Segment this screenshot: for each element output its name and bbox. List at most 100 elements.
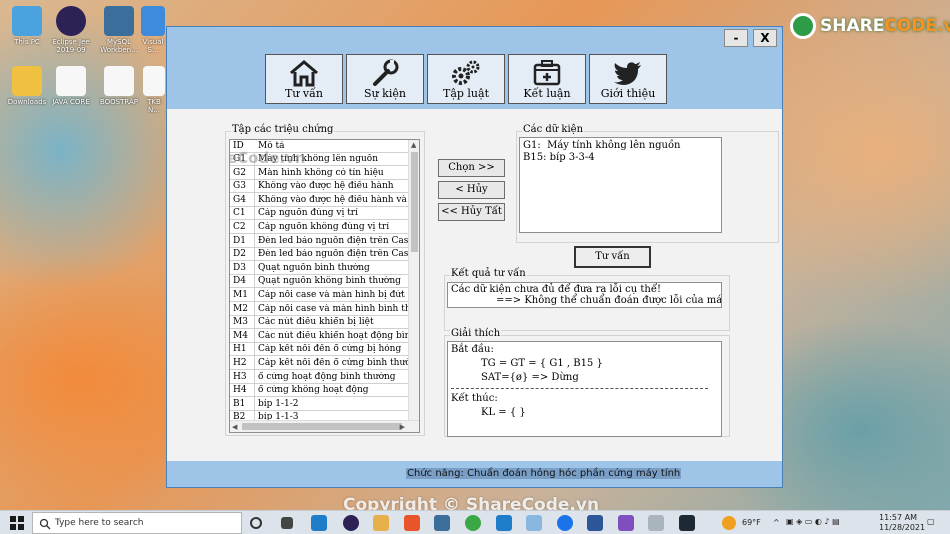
- table-row[interactable]: C2 Cáp nguồn không đúng vị trí: [230, 221, 410, 234]
- scroll-right-icon[interactable]: ▶: [400, 423, 405, 431]
- list-item[interactable]: B15: bíp 3-3-4: [523, 152, 718, 164]
- desktop-icon-boostrap[interactable]: BOOSTRAP: [96, 66, 142, 106]
- mysql-taskbar-icon[interactable]: [434, 515, 450, 531]
- desktop-icon-this-pc[interactable]: This PC: [4, 6, 50, 46]
- pen-app-icon[interactable]: [404, 515, 420, 531]
- tool-icon[interactable]: [465, 515, 481, 531]
- explanation-title: Giải thích: [450, 328, 502, 339]
- horizontal-scrollbar[interactable]: ◀ ▶: [230, 420, 419, 432]
- cell-id: B1: [233, 398, 246, 409]
- mysql-icon: [104, 6, 134, 36]
- chevron-up-icon[interactable]: ^: [773, 518, 780, 527]
- table-row[interactable]: H2 Cáp kết nối đến ổ cứng bình thường: [230, 357, 410, 370]
- cell-description: Màn hình không có tín hiệu: [258, 167, 384, 178]
- cortana-icon[interactable]: [250, 517, 262, 529]
- clock-time[interactable]: 11:57 AM: [879, 513, 917, 522]
- edge-icon[interactable]: [311, 515, 327, 531]
- visual-studio-icon[interactable]: [618, 515, 634, 531]
- cell-description: Quạt nguồn bình thường: [258, 262, 370, 273]
- eclipse-icon: [56, 6, 86, 36]
- tab-ket-luan[interactable]: Kết luận: [508, 54, 586, 104]
- desktop-icon-java-core[interactable]: JAVA CORE: [48, 66, 94, 106]
- cancel-button[interactable]: < Hủy: [438, 181, 505, 199]
- facts-list[interactable]: G1: Máy tính không lên nguồn B15: bíp 3-…: [519, 137, 722, 233]
- cell-id: D4: [233, 276, 246, 287]
- taskbar-search[interactable]: Type here to search: [32, 512, 242, 534]
- title-bar: - X: [167, 27, 782, 51]
- windows-start-icon[interactable]: [10, 516, 24, 530]
- notifications-icon[interactable]: ▢: [927, 517, 935, 526]
- window-app-icon[interactable]: [679, 515, 695, 531]
- logo-text: SHARE: [820, 16, 885, 36]
- task-view-icon[interactable]: [281, 517, 293, 529]
- explain-line: KL = { }: [481, 407, 526, 418]
- desktop-icon-downloads[interactable]: Downloads: [4, 66, 50, 106]
- cell-id: M3: [233, 317, 248, 328]
- tab-gioi-thieu[interactable]: Giới thiệu: [589, 54, 667, 104]
- table-row[interactable]: G2 Màn hình không có tín hiệu: [230, 167, 410, 180]
- toolbar: Tư vấn Sự kiện Tập luật Kết luận Giới th…: [167, 51, 782, 109]
- weather-text[interactable]: 69°F: [742, 518, 761, 527]
- list-item[interactable]: G1: Máy tính không lên nguồn: [523, 140, 718, 152]
- table-row[interactable]: H1 Cáp kết nối đến ổ cứng bị hỏng: [230, 343, 410, 357]
- photos-icon[interactable]: [526, 515, 542, 531]
- table-row[interactable]: M1 Cáp nối case và màn hình bị đứt: [230, 289, 410, 302]
- file-explorer-icon[interactable]: [373, 515, 389, 531]
- tray-icons[interactable]: ▣ ◈ ▭ ◐ ♪ ▤: [786, 517, 840, 526]
- desktop-icon-visual-studio[interactable]: Visual S...: [140, 6, 166, 54]
- clock-date[interactable]: 11/28/2021: [879, 523, 925, 532]
- minimize-button[interactable]: -: [724, 29, 748, 47]
- desktop-icon-label: MySQL Workben...: [100, 38, 138, 54]
- desktop-icon-label: JAVA CORE: [52, 98, 90, 106]
- cell-description: ổ cứng hoạt động bình thường: [258, 371, 396, 382]
- table-row[interactable]: D4 Quạt nguồn không bình thường: [230, 275, 410, 289]
- scrollbar-thumb[interactable]: [411, 152, 418, 252]
- end-label: Kết thúc:: [451, 393, 498, 404]
- table-row[interactable]: M3 Các nút điều khiển bị liệt: [230, 316, 410, 330]
- desktop-icon-eclipse[interactable]: Eclipse Jee 2019-09: [48, 6, 94, 54]
- table-row[interactable]: D2 Đèn led báo nguồn điện trên Case máy t…: [230, 248, 410, 262]
- cell-description: ổ cứng không hoạt động: [258, 385, 369, 396]
- tab-tu-van[interactable]: Tư vấn: [265, 54, 343, 104]
- vscode-icon: [141, 6, 165, 36]
- table-row[interactable]: M4 Các nút điều khiển hoạt động bình thườ…: [230, 330, 410, 343]
- logo-text-accent: CODE.vn: [884, 16, 950, 36]
- tab-su-kien[interactable]: Sự kiện: [346, 54, 424, 104]
- eclipse-taskbar-icon[interactable]: [343, 515, 359, 531]
- scrollbar-thumb[interactable]: [242, 423, 402, 430]
- scroll-left-icon[interactable]: ◀: [232, 423, 237, 431]
- close-button[interactable]: X: [753, 29, 777, 47]
- vertical-scrollbar[interactable]: ▲: [408, 140, 419, 421]
- cell-description: bíp 1-1-2: [258, 398, 299, 409]
- scroll-up-icon[interactable]: ▲: [411, 141, 416, 149]
- table-row[interactable]: H4 ổ cứng không hoạt động: [230, 384, 410, 398]
- desktop-icon-tkb[interactable]: TKB N...: [142, 66, 166, 114]
- logo-icon: [790, 13, 816, 39]
- zalo-icon[interactable]: [557, 515, 573, 531]
- table-row[interactable]: D1 Đèn led báo nguồn điện trên Case máy t…: [230, 235, 410, 248]
- cell-id: H4: [233, 385, 247, 396]
- table-row[interactable]: G4 Không vào được hệ điều hành và có tiến…: [230, 194, 410, 207]
- cancel-all-button[interactable]: << Hủy Tất: [438, 203, 505, 221]
- table-row[interactable]: D3 Quạt nguồn bình thường: [230, 262, 410, 275]
- choose-button[interactable]: Chọn >>: [438, 159, 505, 177]
- table-row[interactable]: M2 Cáp nối case và màn hình bình thường: [230, 303, 410, 316]
- tab-label: Kết luận: [523, 87, 571, 100]
- result-text[interactable]: Các dữ kiện chưa đủ để đưa ra lỗi cụ thể…: [447, 282, 722, 308]
- explanation-text[interactable]: Bắt đầu: TG = GT = { G1 , B15 } SAT={ø} …: [447, 341, 722, 437]
- word-icon[interactable]: [587, 515, 603, 531]
- cell-id: G2: [233, 167, 246, 178]
- weather-icon[interactable]: [722, 516, 736, 530]
- table-row[interactable]: C1 Cáp nguồn đúng vị trí: [230, 207, 410, 221]
- consult-button[interactable]: Tư vấn: [574, 246, 651, 268]
- table-row[interactable]: G3 Không vào được hệ điều hành: [230, 180, 410, 194]
- desktop-icon-mysql[interactable]: MySQL Workben...: [96, 6, 142, 54]
- table-row[interactable]: H3 ổ cứng hoạt động bình thường: [230, 371, 410, 384]
- cell-description: Cáp kết nối đến ổ cứng bị hỏng: [258, 344, 402, 355]
- symptoms-table[interactable]: ID Mô tả G1 Máy tính không lên nguồn G2 Màn…: [229, 139, 420, 433]
- table-row[interactable]: B1 bíp 1-1-2: [230, 398, 410, 411]
- vscode-taskbar-icon[interactable]: [496, 515, 512, 531]
- taskbar: Type here to search 69°F ^ ▣ ◈ ▭ ◐ ♪ ▤ 1…: [0, 510, 950, 534]
- app-icon[interactable]: [648, 515, 664, 531]
- tab-tap-luat[interactable]: Tập luật: [427, 54, 505, 104]
